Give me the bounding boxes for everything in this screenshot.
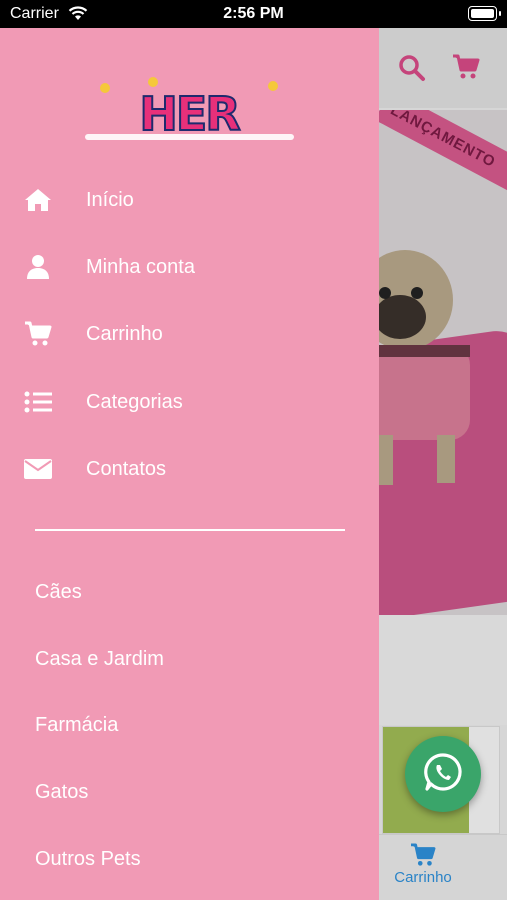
menu-label: Minha conta [86,255,195,278]
category-item-outros-pets[interactable]: Outros Pets [35,848,141,871]
svg-text:HER: HER [139,87,240,141]
herdog-logo[interactable]: HER [83,74,296,146]
envelope-icon [24,459,52,479]
category-item-casa-e-jardim[interactable]: Casa e Jardim [35,648,164,671]
list-icon [24,391,52,413]
category-item-caes[interactable]: Cães [35,581,82,604]
menu-item-contatos[interactable]: Contatos [0,443,379,495]
battery-icon [468,6,501,21]
cart-icon [24,321,52,347]
menu-label: Carrinho [86,322,163,345]
divider [35,529,345,531]
category-item-farmacia[interactable]: Farmácia [35,714,118,737]
menu-label: Contatos [86,457,167,480]
clock: 2:56 PM [223,5,284,22]
category-item-gatos[interactable]: Gatos [35,781,88,804]
menu-label: Início [86,188,134,211]
menu-item-inicio[interactable]: Início [0,174,379,226]
home-icon [24,188,52,212]
user-icon [24,254,52,280]
navigation-drawer: HER Início Minha conta Carrinho Categori… [0,28,379,900]
menu-item-minha-conta[interactable]: Minha conta [0,241,379,293]
menu-item-carrinho[interactable]: Carrinho [0,308,379,360]
whatsapp-button[interactable] [405,736,481,812]
menu-label: Categorias [86,390,183,413]
whatsapp-icon [421,750,465,799]
status-bar: Carrier 2:56 PM [0,0,507,28]
menu-item-categorias[interactable]: Categorias [0,376,379,428]
